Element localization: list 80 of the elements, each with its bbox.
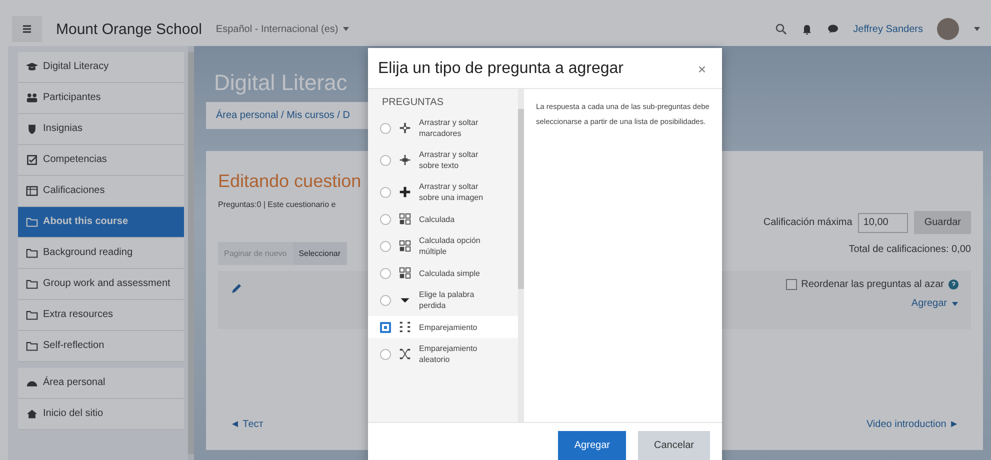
next-link[interactable]: Video introduction ► bbox=[866, 419, 959, 430]
sidebar-icon bbox=[26, 61, 38, 73]
close-button[interactable]: × bbox=[696, 61, 708, 77]
user-name[interactable]: Jeffrey Sanders bbox=[853, 24, 923, 34]
sidebar-item[interactable]: Digital Literacy bbox=[18, 52, 184, 83]
radio-button[interactable] bbox=[380, 322, 391, 332]
site-name[interactable]: Mount Orange School bbox=[56, 20, 202, 38]
folder-icon bbox=[26, 309, 38, 321]
folder-icon bbox=[26, 340, 38, 352]
radio-button[interactable] bbox=[380, 240, 391, 252]
dialog-title: Elija un tipo de pregunta a agregar bbox=[378, 60, 624, 78]
menu-icon bbox=[21, 23, 33, 35]
course-title: Digital Literac bbox=[213, 69, 348, 97]
previous-link[interactable]: ◄ Тест bbox=[230, 419, 264, 430]
question-type-option[interactable]: Calculada opción múltiple bbox=[368, 230, 518, 262]
page-heading: Editando cuestion bbox=[218, 171, 362, 192]
radio-button[interactable] bbox=[380, 154, 391, 166]
sidebar-item[interactable]: About this course bbox=[18, 207, 184, 238]
question-type-option[interactable]: Calculada simple bbox=[368, 262, 518, 284]
caret-icon bbox=[951, 300, 959, 306]
folder-icon bbox=[26, 278, 38, 290]
menu-button[interactable] bbox=[12, 16, 42, 42]
question-type-icon bbox=[399, 321, 411, 333]
caret-icon bbox=[342, 26, 350, 32]
sidebar-item[interactable]: Inicio del sitio bbox=[18, 399, 184, 430]
sidebar-item[interactable]: Insignias bbox=[18, 114, 184, 145]
question-type-option[interactable]: Arrastrar y soltar sobre texto bbox=[368, 144, 518, 176]
avatar[interactable] bbox=[937, 18, 959, 40]
question-type-option[interactable]: Calculada bbox=[368, 208, 518, 230]
sidebar-item[interactable]: Group work and assessment bbox=[18, 269, 184, 300]
question-type-icon bbox=[399, 154, 411, 166]
chat-icon[interactable] bbox=[827, 23, 840, 35]
scrollbar[interactable] bbox=[188, 52, 194, 454]
question-type-icon bbox=[399, 122, 411, 134]
question-type-option[interactable]: Elige la palabra perdida bbox=[368, 284, 518, 316]
radio-button[interactable] bbox=[380, 348, 391, 360]
max-grade-field[interactable]: 10,00 bbox=[858, 212, 908, 232]
sidebar-icon bbox=[26, 185, 38, 197]
help-icon[interactable] bbox=[948, 279, 959, 290]
sidebar-icon bbox=[26, 154, 38, 166]
radio-button[interactable] bbox=[380, 186, 391, 198]
question-type-icon bbox=[399, 267, 411, 279]
add-button[interactable]: Agregar bbox=[558, 431, 626, 460]
caret-icon[interactable] bbox=[973, 26, 981, 32]
bell-icon[interactable] bbox=[801, 23, 814, 35]
radio-button[interactable] bbox=[380, 294, 391, 306]
folder-icon bbox=[26, 247, 38, 259]
question-type-option[interactable]: Emparejamiento bbox=[368, 316, 518, 338]
language-menu[interactable]: Español - Internacional (es) bbox=[216, 24, 350, 34]
sidebar-icon bbox=[26, 92, 38, 104]
max-grade-label: Calificación máxima bbox=[763, 217, 852, 228]
question-type-icon bbox=[399, 240, 411, 252]
sidebar-item[interactable]: Participantes bbox=[18, 83, 184, 114]
folder-icon bbox=[26, 216, 38, 228]
shuffle-label: Reordenar las preguntas al azar bbox=[801, 279, 944, 290]
sidebar-item[interactable]: Competencias bbox=[18, 145, 184, 176]
pencil-icon[interactable] bbox=[230, 283, 242, 295]
question-type-option[interactable]: Arrastrar y soltar sobre una imagen bbox=[368, 176, 518, 208]
sidebar-item[interactable]: Self-reflection bbox=[18, 331, 184, 362]
sidebar-icon bbox=[26, 408, 38, 420]
sidebar-item[interactable]: Extra resources bbox=[18, 300, 184, 331]
scrollbar[interactable] bbox=[518, 89, 524, 422]
question-type-icon bbox=[399, 186, 411, 198]
save-button[interactable]: Guardar bbox=[914, 211, 971, 234]
radio-button[interactable] bbox=[380, 214, 391, 224]
quiz-info: Preguntas:0 | Este cuestionario e bbox=[218, 200, 337, 209]
question-type-icon bbox=[399, 213, 411, 225]
radio-button[interactable] bbox=[380, 268, 391, 278]
question-type-option[interactable]: Emparejamiento aleatorio bbox=[368, 338, 518, 370]
search-icon[interactable] bbox=[775, 23, 788, 35]
grade-total: Total de calificaciones: 0,00 bbox=[848, 244, 971, 255]
sidebar-item[interactable]: Background reading bbox=[18, 238, 184, 269]
toolbar-button[interactable]: Seleccionar bbox=[292, 242, 347, 265]
checkbox[interactable] bbox=[786, 279, 798, 290]
sidebar-icon bbox=[26, 123, 38, 135]
add-menu[interactable]: Agregar bbox=[911, 298, 959, 309]
radio-button[interactable] bbox=[380, 122, 391, 134]
question-type-icon bbox=[399, 348, 411, 360]
sidebar-item[interactable]: Área personal bbox=[18, 368, 184, 399]
cancel-button[interactable]: Cancelar bbox=[638, 431, 710, 460]
